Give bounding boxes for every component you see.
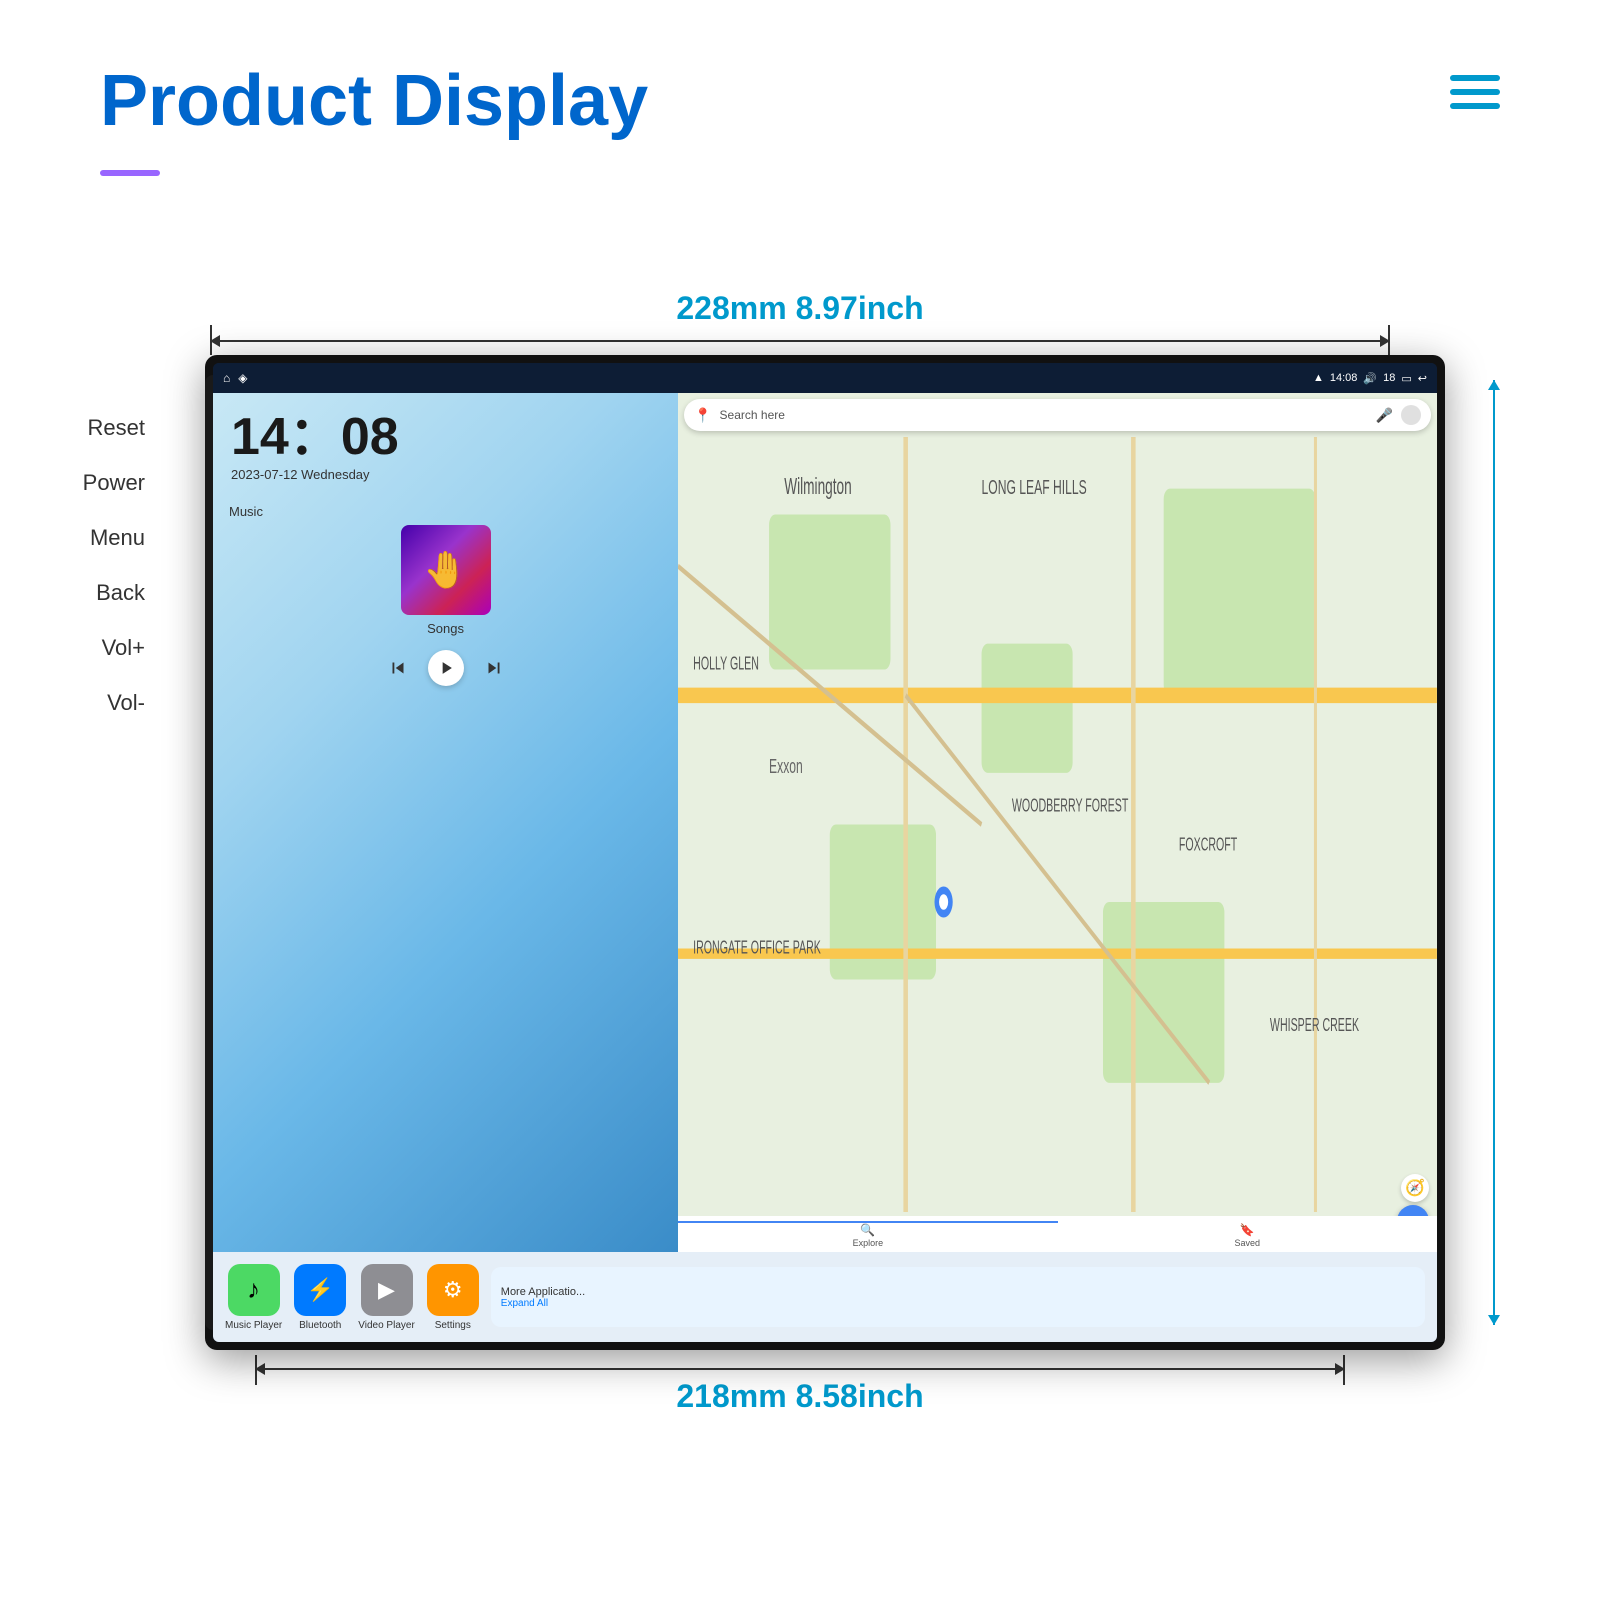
svg-text:FOXCROFT: FOXCROFT (1179, 836, 1237, 856)
music-controls (223, 650, 668, 686)
video-player-icon: ▶ (361, 1264, 413, 1316)
video-player-symbol: ▶ (378, 1277, 395, 1303)
music-art-visual: 🤚 (423, 549, 468, 591)
device-body: MIC RST ⌂ ◈ (205, 355, 1445, 1350)
svg-text:Exxon: Exxon (769, 755, 803, 778)
saved-icon: 🔖 (1240, 1223, 1255, 1237)
menu-label: Menu (35, 510, 145, 565)
music-player-app[interactable]: ♪ Music Player (225, 1264, 282, 1331)
arrow-bottom (255, 1368, 1345, 1370)
settings-label: Settings (435, 1320, 471, 1331)
settings-symbol: ⚙ (443, 1277, 463, 1303)
svg-text:IRONGATE OFFICE PARK: IRONGATE OFFICE PARK (693, 939, 821, 959)
next-button[interactable] (480, 654, 508, 682)
map-background: 📍 Search here 🎤 (678, 393, 1437, 1252)
dimension-bottom-label: 218mm 8.58inch (676, 1378, 923, 1415)
explore-label: Explore (853, 1238, 884, 1248)
bluetooth-symbol: ⚡ (307, 1277, 334, 1303)
volup-label: Vol+ (35, 620, 145, 675)
more-apps-subtitle: Expand All (501, 1298, 1415, 1309)
wifi-icon: ▲ (1313, 372, 1324, 384)
menu-icon[interactable] (1450, 75, 1500, 109)
map-compass[interactable]: 🧭 (1401, 1174, 1429, 1202)
settings-app[interactable]: ⚙ Settings (427, 1264, 479, 1331)
prev-icon (387, 657, 409, 679)
main-area: 14：08 2023-07-12 Wednesday Music 🤚 Songs (213, 393, 1437, 1252)
svg-text:LONG LEAF HILLS: LONG LEAF HILLS (982, 476, 1087, 499)
music-section: Music 🤚 Songs (223, 498, 668, 642)
music-album-art[interactable]: 🤚 (401, 525, 491, 615)
more-apps-title: More Applicatio... (501, 1286, 1415, 1298)
explore-tab[interactable]: 🔍 Explore (678, 1221, 1057, 1248)
screen-content: 14：08 2023-07-12 Wednesday Music 🤚 Songs (213, 393, 1437, 1342)
arrow-right (1493, 380, 1495, 1325)
video-player-app[interactable]: ▶ Video Player (358, 1264, 415, 1331)
left-panel: 14：08 2023-07-12 Wednesday Music 🤚 Songs (213, 393, 678, 1252)
profile-avatar (1401, 405, 1421, 425)
voldown-label: Vol- (35, 675, 145, 730)
accent-line (100, 170, 160, 176)
svg-text:Wilmington: Wilmington (784, 474, 851, 500)
music-songs-label: Songs (229, 621, 662, 636)
battery-icon: ▭ (1401, 372, 1411, 385)
map-search-bar[interactable]: 📍 Search here 🎤 (684, 399, 1431, 431)
arrow-top (210, 340, 1390, 342)
saved-label: Saved (1235, 1238, 1261, 1248)
device-wrapper: Reset Power Menu Back Vol+ Vol- MIC RST (155, 355, 1445, 1350)
svg-text:HOLLY GLEN: HOLLY GLEN (693, 655, 759, 675)
map-svg: Wilmington LONG LEAF HILLS FOXCROFT HOLL… (678, 437, 1437, 1212)
screen: ⌂ ◈ ▲ 14:08 🔊 18 ▭ ↩ (213, 363, 1437, 1342)
status-right: ▲ 14:08 🔊 18 ▭ ↩ (1313, 372, 1427, 385)
clock-time: 14：08 (231, 411, 660, 463)
battery-level: 18 (1383, 372, 1395, 384)
video-player-label: Video Player (358, 1320, 415, 1331)
map-panel: 📍 Search here 🎤 (678, 393, 1437, 1252)
prev-button[interactable] (384, 654, 412, 682)
map-bottom-tabs: 🔍 Explore 🔖 Saved (678, 1216, 1437, 1252)
mic-search-icon[interactable]: 🎤 (1376, 407, 1393, 424)
search-placeholder: Search here (720, 408, 1368, 422)
play-button[interactable] (428, 650, 464, 686)
volume-status-icon: 🔊 (1363, 372, 1377, 385)
music-label: Music (229, 504, 662, 519)
bluetooth-app[interactable]: ⚡ Bluetooth (294, 1264, 346, 1331)
more-apps-button[interactable]: More Applicatio... Expand All (491, 1267, 1425, 1327)
explore-icon: 🔍 (860, 1223, 875, 1237)
svg-text:WHISPER CREEK: WHISPER CREEK (1270, 1017, 1359, 1037)
nav-status-icon[interactable]: ◈ (238, 371, 247, 385)
page-title: Product Display (100, 60, 648, 142)
status-time: 14:08 (1330, 372, 1358, 384)
back-status-icon[interactable]: ↩ (1418, 372, 1427, 385)
svg-text:WOODBERRY FOREST: WOODBERRY FOREST (1012, 797, 1128, 817)
music-player-symbol: ♪ (247, 1274, 260, 1305)
next-icon (483, 657, 505, 679)
clock-date: 2023-07-12 Wednesday (231, 467, 660, 482)
play-icon (436, 658, 456, 678)
bluetooth-label: Bluetooth (299, 1320, 341, 1331)
saved-tab[interactable]: 🔖 Saved (1058, 1221, 1437, 1248)
reset-label: Reset (35, 400, 145, 455)
status-left: ⌂ ◈ (223, 371, 247, 385)
home-status-icon[interactable]: ⌂ (223, 371, 230, 385)
settings-icon: ⚙ (427, 1264, 479, 1316)
back-label: Back (35, 565, 145, 620)
music-art-inner: 🤚 (401, 525, 491, 615)
power-label: Power (35, 455, 145, 510)
status-bar: ⌂ ◈ ▲ 14:08 🔊 18 ▭ ↩ (213, 363, 1437, 393)
music-player-icon: ♪ (228, 1264, 280, 1316)
clock-section: 14：08 2023-07-12 Wednesday (223, 403, 668, 490)
button-labels: Reset Power Menu Back Vol+ Vol- (35, 375, 145, 730)
search-icon: 📍 (694, 407, 711, 424)
dimension-top-label: 228mm 8.97inch (676, 290, 923, 327)
app-bar: ♪ Music Player ⚡ Bluetooth ▶ (213, 1252, 1437, 1342)
bluetooth-icon: ⚡ (294, 1264, 346, 1316)
music-player-label: Music Player (225, 1320, 282, 1331)
